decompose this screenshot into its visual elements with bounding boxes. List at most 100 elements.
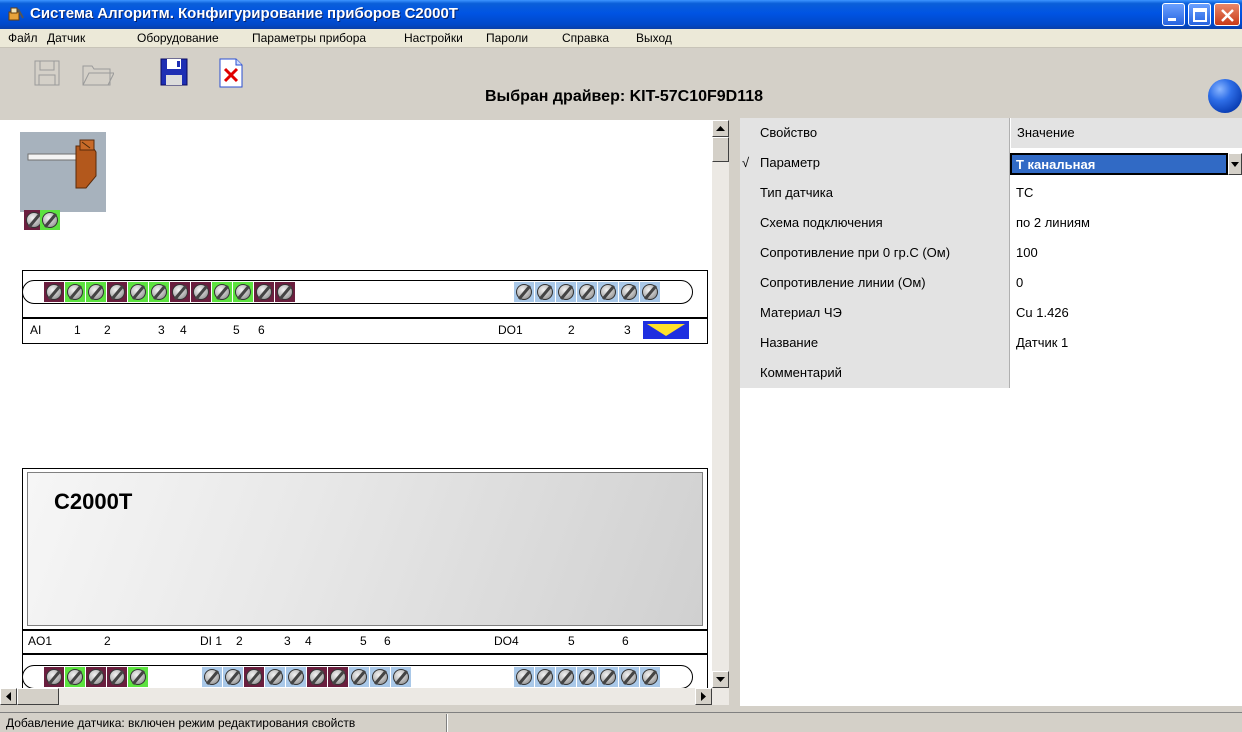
terminal-screw[interactable] (223, 667, 243, 687)
screw-icon (214, 284, 230, 300)
grid-row[interactable]: Схема подключения по 2 линиям (740, 208, 1242, 238)
device-canvas[interactable]: AI 1 2 3 4 5 6 DO1 2 3 C2000T AO1 2 DI 1… (0, 120, 712, 688)
terminal-screw[interactable] (86, 282, 106, 302)
prop-value[interactable]: ТС (1016, 185, 1033, 200)
sensor-tile[interactable] (20, 132, 106, 212)
menu-help[interactable]: Справка (562, 31, 609, 45)
menu-file[interactable]: Файл (8, 31, 38, 45)
prop-value[interactable]: 0 (1016, 275, 1023, 290)
terminal-screw[interactable] (149, 282, 169, 302)
terminal-screw[interactable] (107, 282, 127, 302)
terminal-screw[interactable] (307, 667, 327, 687)
status-divider (446, 714, 448, 732)
screw-icon (88, 284, 104, 300)
terminal-screw[interactable] (128, 282, 148, 302)
terminal-screw[interactable] (107, 667, 127, 687)
terminal-screw[interactable] (65, 282, 85, 302)
terminal-screw[interactable] (370, 667, 390, 687)
terminal-screw[interactable] (86, 667, 106, 687)
screw-icon (277, 284, 293, 300)
minimize-button[interactable] (1162, 3, 1185, 26)
terminal-screw[interactable] (191, 282, 211, 302)
terminal-screw[interactable] (619, 282, 639, 302)
horizontal-scroll-thumb[interactable] (17, 688, 59, 705)
thermocouple-sensor-icon (27, 139, 97, 189)
terminal-screw[interactable] (286, 667, 306, 687)
terminal-screw[interactable] (202, 667, 222, 687)
terminal-screw[interactable] (598, 282, 618, 302)
close-button[interactable] (1214, 3, 1240, 26)
screw-icon (246, 669, 262, 685)
prop-value[interactable]: Cu 1.426 (1016, 305, 1069, 320)
menu-exit[interactable]: Выход (636, 31, 672, 45)
prop-value[interactable]: 100 (1016, 245, 1038, 260)
terminal-screw[interactable] (65, 667, 85, 687)
scroll-up-button[interactable] (712, 120, 729, 137)
screw-icon (642, 669, 658, 685)
terminal-screw[interactable] (128, 667, 148, 687)
menu-passwords[interactable]: Пароли (486, 31, 528, 45)
vertical-scroll-thumb[interactable] (712, 137, 729, 162)
terminal-screw[interactable] (577, 667, 597, 687)
terminal-screw[interactable] (535, 667, 555, 687)
terminal-screw[interactable] (328, 667, 348, 687)
grid-row[interactable]: Сопротивление линии (Ом) 0 (740, 268, 1242, 298)
terminal-screw[interactable] (170, 282, 190, 302)
terminal-screw[interactable] (233, 282, 253, 302)
terminal-screw[interactable] (265, 667, 285, 687)
horizontal-scrollbar[interactable] (0, 688, 729, 705)
label-do4: DO4 (494, 634, 519, 648)
menu-device-params[interactable]: Параметры прибора (252, 31, 366, 45)
grid-row[interactable]: Сопротивление при 0 гр.С (Ом) 100 (740, 238, 1242, 268)
scroll-right-button[interactable] (695, 688, 712, 705)
terminal-screw[interactable] (640, 282, 660, 302)
terminal-screw[interactable] (619, 667, 639, 687)
terminal-screw[interactable] (212, 282, 232, 302)
terminal-screw[interactable] (254, 282, 274, 302)
screw-icon (558, 669, 574, 685)
parameter-dropdown-button[interactable] (1228, 153, 1242, 175)
terminal-screw[interactable] (244, 667, 264, 687)
vertical-scrollbar[interactable] (712, 120, 729, 688)
sensor-terminal[interactable] (40, 210, 60, 230)
menu-settings[interactable]: Настройки (404, 31, 463, 45)
terminal-screw[interactable] (556, 282, 576, 302)
terminal-screw[interactable] (640, 667, 660, 687)
terminal-screw[interactable] (44, 282, 64, 302)
terminal-screw[interactable] (44, 667, 64, 687)
grid-row[interactable]: Тип датчика ТС (740, 178, 1242, 208)
terminal-screw[interactable] (577, 282, 597, 302)
label-ai-1: 1 (74, 323, 81, 337)
title-bar: Система Алгоритм. Конфигурирование прибо… (0, 0, 1242, 29)
menu-sensor[interactable]: Датчик (47, 31, 85, 45)
scroll-down-button[interactable] (712, 671, 729, 688)
arrow-left-icon (6, 692, 11, 701)
arrow-right-icon (701, 692, 706, 701)
terminal-screw[interactable] (598, 667, 618, 687)
terminal-screw[interactable] (556, 667, 576, 687)
status-bar: Добавление датчика: включен режим редакт… (0, 712, 1242, 732)
screw-icon (88, 669, 104, 685)
grid-row[interactable]: Комментарий (740, 358, 1242, 388)
maximize-button[interactable] (1188, 3, 1211, 26)
terminal-screw[interactable] (514, 667, 534, 687)
prop-value[interactable]: по 2 линиям (1016, 215, 1090, 230)
prop-value[interactable]: Датчик 1 (1016, 335, 1068, 350)
scroll-left-button[interactable] (0, 688, 17, 705)
terminal-screw[interactable] (275, 282, 295, 302)
property-grid: Свойство Значение √ Параметр Тип датчика… (740, 118, 1242, 706)
open-button[interactable] (80, 56, 114, 90)
terminal-screw[interactable] (535, 282, 555, 302)
grid-row[interactable]: Материал ЧЭ Cu 1.426 (740, 298, 1242, 328)
menu-equipment[interactable]: Оборудование (137, 31, 219, 45)
terminal-screw[interactable] (514, 282, 534, 302)
label-ai-4: 4 (180, 323, 187, 337)
prop-name: Параметр (760, 155, 820, 170)
grid-row[interactable]: Название Датчик 1 (740, 328, 1242, 358)
new-button[interactable] (30, 56, 64, 90)
terminal-screw[interactable] (391, 667, 411, 687)
delete-button[interactable] (214, 56, 248, 90)
save-button[interactable] (158, 56, 192, 90)
terminal-screw[interactable] (349, 667, 369, 687)
parameter-select[interactable]: Т канальная (1010, 153, 1228, 175)
